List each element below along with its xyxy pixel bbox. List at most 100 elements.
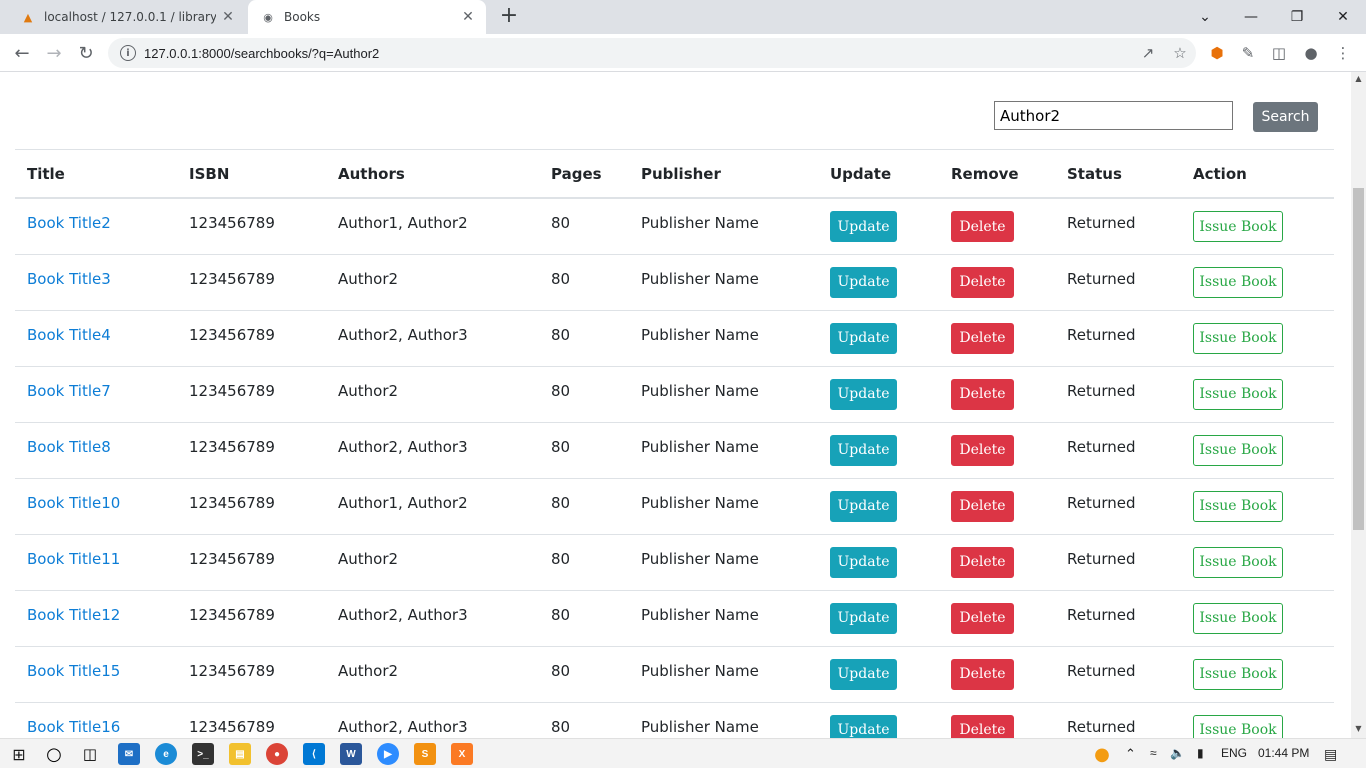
edge-icon[interactable]: e xyxy=(155,743,177,765)
weather-icon[interactable]: ● xyxy=(1091,743,1113,765)
tab-search-icon[interactable]: ⌄ xyxy=(1182,0,1228,34)
file-explorer-icon[interactable]: ▤ xyxy=(229,743,251,765)
profile-avatar-icon[interactable]: ● xyxy=(1298,40,1324,66)
book-title-link[interactable]: Book Title10 xyxy=(27,494,120,512)
terminal-icon[interactable]: >_ xyxy=(192,743,214,765)
wifi-icon[interactable]: ≈ xyxy=(1150,746,1157,760)
site-info-icon[interactable]: i xyxy=(120,45,136,61)
notifications-icon[interactable]: ▤ xyxy=(1324,746,1337,763)
restore-button[interactable]: ❐ xyxy=(1274,0,1320,34)
cell-status: Returned xyxy=(1055,534,1181,591)
windows-start-icon[interactable]: ⊞ xyxy=(8,743,30,765)
vscode-icon[interactable]: ⟨ xyxy=(303,743,325,765)
issue-book-button[interactable]: Issue Book xyxy=(1193,546,1283,578)
update-button[interactable]: Update xyxy=(830,714,897,738)
book-title-link[interactable]: Book Title16 xyxy=(27,718,120,736)
chrome-icon[interactable]: ● xyxy=(266,743,288,765)
volume-icon[interactable]: 🔈 xyxy=(1170,746,1185,760)
update-button[interactable]: Update xyxy=(830,434,897,466)
update-button[interactable]: Update xyxy=(830,378,897,410)
search-input[interactable] xyxy=(994,101,1233,130)
update-button[interactable]: Update xyxy=(830,658,897,690)
extension-cube-icon[interactable]: ⬢ xyxy=(1204,40,1230,66)
menu-kebab-icon[interactable]: ⋮ xyxy=(1330,40,1356,66)
scroll-down-icon[interactable]: ▼ xyxy=(1354,724,1363,733)
reload-icon[interactable]: ↻ xyxy=(72,39,100,67)
update-button[interactable]: Update xyxy=(830,546,897,578)
issue-book-button[interactable]: Issue Book xyxy=(1193,378,1283,410)
delete-button[interactable]: Delete xyxy=(951,714,1014,738)
book-title-link[interactable]: Book Title12 xyxy=(27,606,120,624)
book-title-link[interactable]: Book Title7 xyxy=(27,382,111,400)
cell-pages: 80 xyxy=(539,422,629,479)
xampp-icon[interactable]: X xyxy=(451,743,473,765)
cell-pages: 80 xyxy=(539,254,629,311)
book-title-link[interactable]: Book Title8 xyxy=(27,438,111,456)
scrollbar-thumb[interactable] xyxy=(1353,188,1364,530)
table-row: Book Title8 123456789 Author2, Author3 80 Pu… xyxy=(15,422,1334,479)
page-scrollbar[interactable]: ▲ ▼ xyxy=(1351,72,1366,738)
cell-publisher: Publisher Name xyxy=(629,198,818,255)
delete-button[interactable]: Delete xyxy=(951,658,1014,690)
search-icon[interactable]: ○ xyxy=(43,743,65,765)
book-title-link[interactable]: Book Title2 xyxy=(27,214,111,232)
issue-book-button[interactable]: Issue Book xyxy=(1193,714,1283,738)
delete-button[interactable]: Delete xyxy=(951,322,1014,354)
update-button[interactable]: Update xyxy=(830,602,897,634)
bookmark-star-icon[interactable]: ☆ xyxy=(1164,44,1196,62)
issue-book-button[interactable]: Issue Book xyxy=(1193,322,1283,354)
delete-button[interactable]: Delete xyxy=(951,602,1014,634)
tab-books[interactable]: ◉ Books ✕ xyxy=(248,0,486,34)
book-title-link[interactable]: Book Title15 xyxy=(27,662,120,680)
close-icon[interactable]: ✕ xyxy=(456,9,480,25)
search-button[interactable]: Search xyxy=(1253,102,1318,132)
issue-book-button[interactable]: Issue Book xyxy=(1193,658,1283,690)
cell-action: Issue Book xyxy=(1181,702,1334,738)
task-view-icon[interactable]: ◫ xyxy=(79,743,101,765)
table-row: Book Title15 123456789 Author2 80 Publisher … xyxy=(15,646,1334,703)
scroll-up-icon[interactable]: ▲ xyxy=(1354,74,1363,83)
cell-title: Book Title2 xyxy=(15,198,177,255)
side-panel-icon[interactable]: ◫ xyxy=(1266,40,1292,66)
language-indicator[interactable]: ENG xyxy=(1221,746,1247,760)
close-window-button[interactable]: ✕ xyxy=(1320,0,1366,34)
tray-chevron-icon[interactable]: ⌃ xyxy=(1125,746,1136,762)
update-button[interactable]: Update xyxy=(830,490,897,522)
cell-publisher: Publisher Name xyxy=(629,590,818,647)
cell-authors: Author2 xyxy=(326,646,539,703)
extensions-puzzle-icon[interactable]: ✎ xyxy=(1235,40,1261,66)
back-icon[interactable]: ← xyxy=(8,39,36,67)
share-icon[interactable]: ↗ xyxy=(1132,44,1164,62)
update-button[interactable]: Update xyxy=(830,211,897,242)
delete-button[interactable]: Delete xyxy=(951,266,1014,298)
book-title-link[interactable]: Book Title4 xyxy=(27,326,111,344)
sublime-icon[interactable]: S xyxy=(414,743,436,765)
minimize-button[interactable]: — xyxy=(1228,0,1274,34)
cell-status: Returned xyxy=(1055,422,1181,479)
book-title-link[interactable]: Book Title11 xyxy=(27,550,120,568)
update-button[interactable]: Update xyxy=(830,322,897,354)
mail-icon[interactable]: ✉ xyxy=(118,743,140,765)
tab-phpmyadmin[interactable]: ▲ localhost / 127.0.0.1 / library_db | ✕ xyxy=(8,0,246,34)
issue-book-button[interactable]: Issue Book xyxy=(1193,490,1283,522)
forward-icon[interactable]: → xyxy=(40,39,68,67)
address-bar[interactable]: i 127.0.0.1:8000/searchbooks/?q=Author2 … xyxy=(108,38,1196,68)
issue-book-button[interactable]: Issue Book xyxy=(1193,211,1283,242)
clock[interactable]: 01:44 PM xyxy=(1258,746,1309,760)
issue-book-button[interactable]: Issue Book xyxy=(1193,266,1283,298)
word-icon[interactable]: W xyxy=(340,743,362,765)
delete-button[interactable]: Delete xyxy=(951,546,1014,578)
delete-button[interactable]: Delete xyxy=(951,434,1014,466)
delete-button[interactable]: Delete xyxy=(951,378,1014,410)
new-tab-button[interactable]: + xyxy=(496,5,522,29)
close-icon[interactable]: ✕ xyxy=(216,9,240,25)
issue-book-button[interactable]: Issue Book xyxy=(1193,434,1283,466)
zoom-icon[interactable]: ▶ xyxy=(377,743,399,765)
delete-button[interactable]: Delete xyxy=(951,211,1014,242)
table-row: Book Title16 123456789 Author2, Author3 80 P… xyxy=(15,702,1334,738)
issue-book-button[interactable]: Issue Book xyxy=(1193,602,1283,634)
book-title-link[interactable]: Book Title3 xyxy=(27,270,111,288)
delete-button[interactable]: Delete xyxy=(951,490,1014,522)
update-button[interactable]: Update xyxy=(830,266,897,298)
battery-icon[interactable]: ▮ xyxy=(1197,746,1204,760)
